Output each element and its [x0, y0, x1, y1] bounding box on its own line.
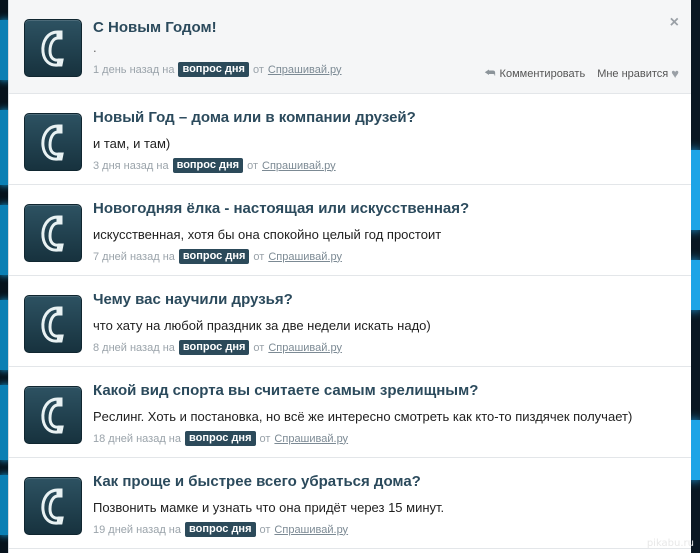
handset-logo-icon[interactable]	[24, 113, 82, 171]
post-title[interactable]: Какой вид спорта вы считаете самым зрели…	[93, 382, 478, 399]
feed-post: Как проще и быстрее всего убраться дома?…	[9, 458, 691, 549]
tag-question-of-day[interactable]: вопрос дня	[185, 431, 256, 446]
post-meta: 18 дней назад на вопрос дня от Спрашивай…	[93, 431, 348, 446]
from-label: от	[253, 341, 265, 354]
post-title[interactable]: Новый Год – дома или в компании друзей?	[93, 109, 416, 126]
feed-post: Новый Год – дома или в компании друзей? …	[9, 94, 691, 185]
handset-logo-icon[interactable]	[24, 386, 82, 444]
heart-icon[interactable]: ♥	[671, 66, 679, 81]
post-time: 7 дней назад на	[93, 250, 175, 263]
post-meta: 19 дней назад на вопрос дня от Спрашивай…	[93, 522, 348, 537]
post-answer: Позвонить мамке и узнать что она придёт …	[93, 500, 445, 515]
post-answer: что хату на любой праздник за две недели…	[93, 318, 431, 333]
feed-post: Новогодняя ёлка - настоящая или искусств…	[9, 185, 691, 276]
post-title[interactable]: Как проще и быстрее всего убраться дома?	[93, 473, 421, 490]
source-link[interactable]: Спрашивай.ру	[268, 342, 342, 354]
feed-post: Чему вас научили друзья? что хату на люб…	[9, 276, 691, 367]
tag-question-of-day[interactable]: вопрос дня	[178, 249, 250, 264]
source-link[interactable]: Спрашивай.ру	[268, 64, 342, 76]
source-link[interactable]: Спрашивай.ру	[268, 251, 342, 263]
post-answer: .	[93, 40, 97, 55]
from-label: от	[252, 63, 264, 76]
post-time: 1 день назад на	[93, 63, 175, 76]
feed-post: Какой вид спорта вы считаете самым зрели…	[9, 367, 691, 458]
from-label: от	[259, 432, 271, 445]
tag-question-of-day[interactable]: вопрос дня	[178, 62, 249, 77]
source-link[interactable]: Спрашивай.ру	[274, 524, 348, 536]
feed-post: С Новым Годом! . 1 день назад на вопрос …	[9, 0, 691, 94]
post-answer: искусственная, хотя бы она спокойно целы…	[93, 227, 442, 242]
tag-question-of-day[interactable]: вопрос дня	[172, 158, 244, 173]
post-meta: 7 дней назад на вопрос дня от Спрашивай.…	[93, 249, 342, 264]
post-meta: 3 дня назад на вопрос дня от Спрашивай.р…	[93, 158, 336, 173]
post-meta: 1 день назад на вопрос дня от Спрашивай.…	[93, 62, 342, 77]
post-answer: и там, и там)	[93, 136, 171, 151]
source-link[interactable]: Спрашивай.ру	[274, 433, 348, 445]
tag-question-of-day[interactable]: вопрос дня	[178, 340, 250, 355]
close-icon[interactable]: ×	[670, 14, 679, 32]
handset-logo-icon[interactable]	[24, 477, 82, 535]
post-meta: 8 дней назад на вопрос дня от Спрашивай.…	[93, 340, 342, 355]
from-label: от	[259, 523, 271, 536]
question-feed: С Новым Годом! . 1 день назад на вопрос …	[8, 0, 691, 553]
reply-arrow-icon: ⮪	[484, 66, 496, 80]
from-label: от	[253, 250, 265, 263]
post-title[interactable]: Чему вас научили друзья?	[93, 291, 293, 308]
tag-question-of-day[interactable]: вопрос дня	[185, 522, 256, 537]
post-answer: Рeслинг. Хоть и постановка, но всё же ин…	[93, 409, 633, 424]
from-label: от	[247, 159, 258, 172]
post-time: 19 дней назад на	[93, 523, 181, 536]
watermark: pikabu.ru	[646, 538, 694, 549]
handset-logo-icon[interactable]	[24, 204, 82, 262]
source-link[interactable]: Спрашивай.ру	[262, 160, 336, 172]
like-button[interactable]: Мне нравится	[597, 68, 668, 80]
post-title[interactable]: Новогодняя ёлка - настоящая или искусств…	[93, 200, 469, 217]
post-time: 18 дней назад на	[93, 432, 181, 445]
post-time: 3 дня назад на	[93, 159, 169, 172]
post-time: 8 дней назад на	[93, 341, 175, 354]
comment-button[interactable]: Комментировать	[500, 68, 586, 80]
handset-logo-icon[interactable]	[24, 295, 82, 353]
handset-logo-icon[interactable]	[24, 19, 82, 77]
post-title[interactable]: С Новым Годом!	[93, 19, 217, 36]
post-actions: ⮪ Комментировать Мне нравится ♥	[484, 66, 679, 81]
